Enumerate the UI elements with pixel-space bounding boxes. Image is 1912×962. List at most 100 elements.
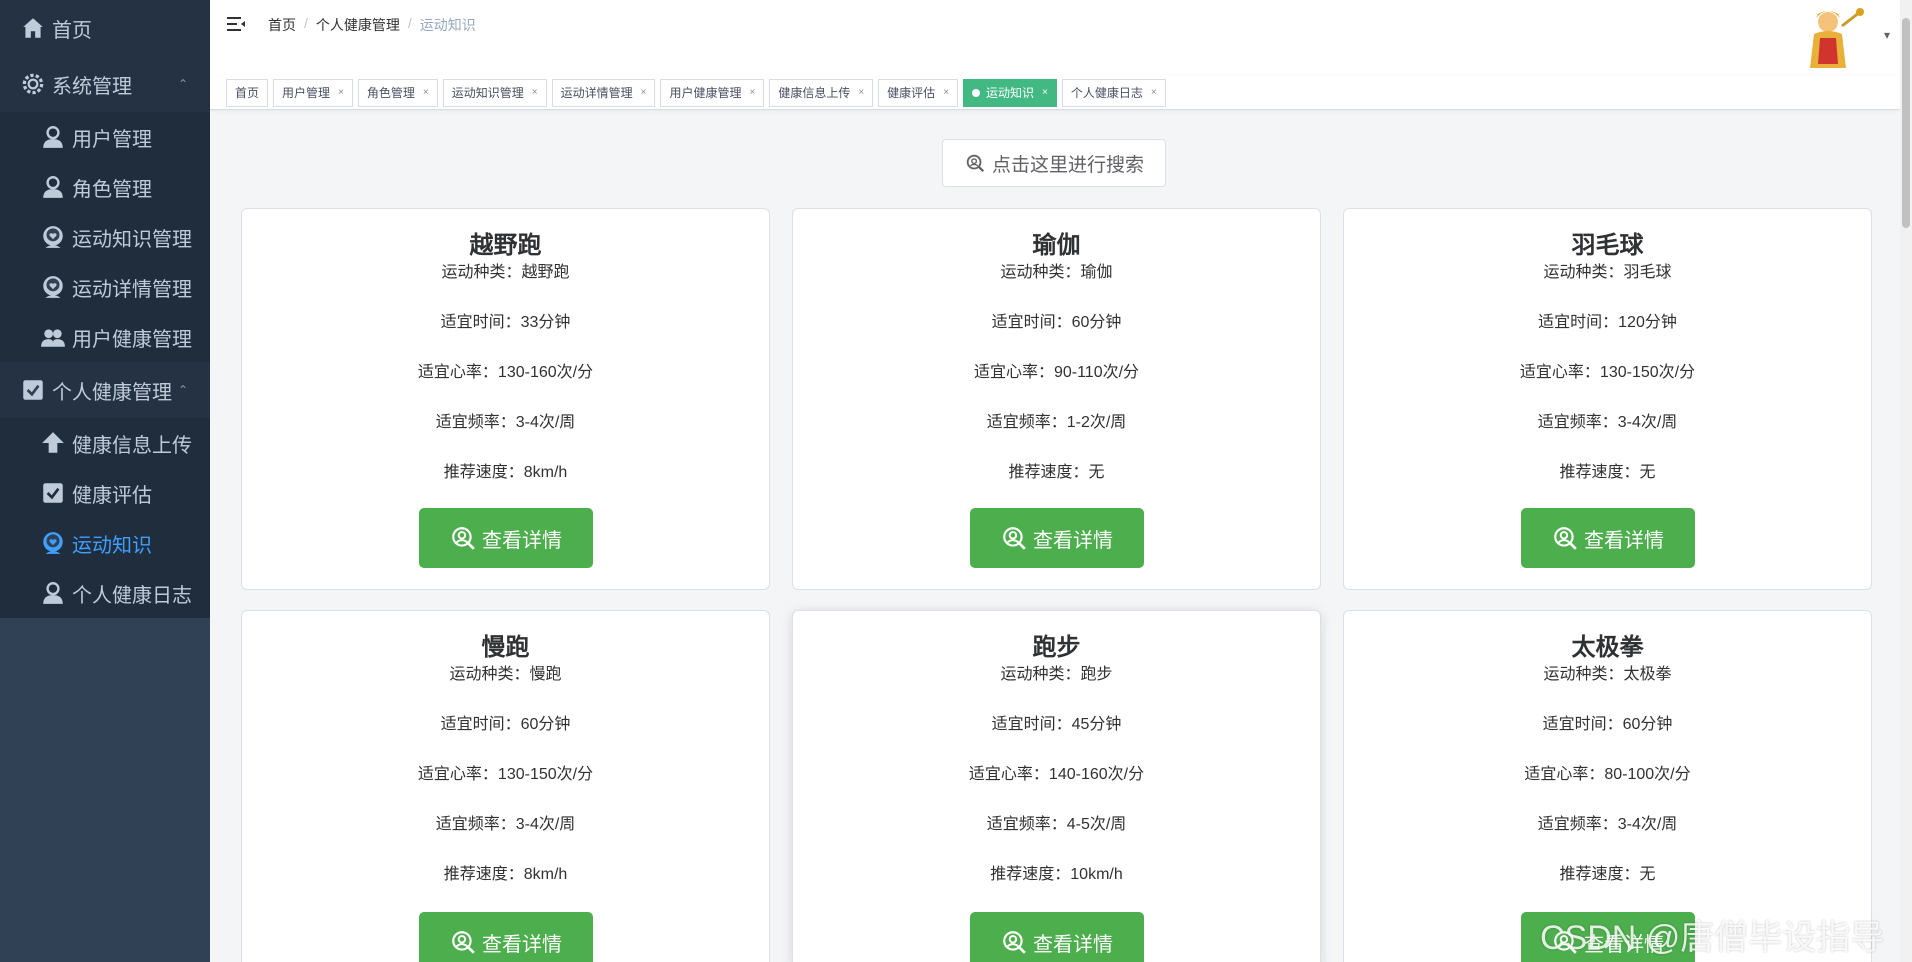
sport-card: 瑜伽 运动种类：瑜伽 适宜时间：60分钟 适宜心率：90-110次/分 适宜频率：1-2… <box>792 208 1321 590</box>
menu-group-system[interactable]: 系统管理 ⌃ <box>0 56 210 112</box>
chevron-up-icon: ⌃ <box>177 383 188 397</box>
card-field-freq: 适宜频率：4-5次/周 <box>793 809 1320 859</box>
home-icon <box>20 15 46 41</box>
close-icon[interactable]: × <box>1151 87 1157 98</box>
sidebar-item-label: 健康评估 <box>72 484 152 507</box>
sport-card: 越野跑 运动种类：越野跑 适宜时间：33分钟 适宜心率：130-160次/分 适宜频率：… <box>241 208 770 590</box>
breadcrumb-separator: / <box>304 15 308 31</box>
field-value: 130-150次/分 <box>497 766 594 783</box>
submenu-system: 用户管理 角色管理运动知识管理运动详情管理用户健康管理 <box>0 112 210 362</box>
sidebar-item[interactable]: 用户管理 <box>0 112 210 162</box>
close-icon[interactable]: × <box>943 87 949 98</box>
scrollbar-thumb[interactable] <box>1902 18 1910 228</box>
avatar[interactable] <box>1798 4 1868 72</box>
menu-item-home-label: 首页 <box>52 19 92 42</box>
card-title: 瑜伽 <box>1032 232 1081 259</box>
search-button[interactable]: 点击这里进行搜索 <box>942 139 1166 187</box>
field-value: 60分钟 <box>1071 314 1122 331</box>
sidebar-item[interactable]: 个人健康日志 <box>0 568 210 618</box>
tag-item[interactable]: 用户健康管理 × <box>660 78 765 107</box>
search-user-icon <box>450 525 482 551</box>
user-icon <box>40 174 66 200</box>
tag-item[interactable]: 用户管理 × <box>273 78 353 107</box>
field-label: 推荐速度： <box>443 464 524 481</box>
view-detail-button[interactable]: 查看详情 <box>419 508 593 568</box>
field-value: 90-110次/分 <box>1053 364 1140 381</box>
sidebar-item[interactable]: 角色管理 <box>0 162 210 212</box>
view-detail-button[interactable]: 查看详情 <box>970 912 1144 962</box>
field-label: 适宜频率： <box>986 816 1067 833</box>
view-detail-button[interactable]: 查看详情 <box>970 508 1144 568</box>
card-field-freq: 适宜频率：1-2次/周 <box>793 407 1320 457</box>
tag-item[interactable]: 健康评估 × <box>878 78 959 107</box>
close-icon[interactable]: × <box>338 87 344 98</box>
close-icon[interactable]: × <box>641 87 647 98</box>
card-title: 越野跑 <box>469 232 542 259</box>
view-detail-button[interactable]: 查看详情 <box>419 912 593 962</box>
tag-item[interactable]: 角色管理 × <box>357 78 438 107</box>
field-label: 适宜频率： <box>435 414 516 431</box>
field-value: 3-4次/周 <box>515 414 576 431</box>
close-icon[interactable]: × <box>532 87 538 98</box>
sport-card: 羽毛球 运动种类：羽毛球 适宜时间：120分钟 适宜心率：130-150次/分 适宜频率… <box>1343 208 1872 590</box>
field-label: 适宜频率： <box>986 414 1067 431</box>
hamburger-icon[interactable] <box>226 14 246 34</box>
tag-label: 用户健康管理 <box>669 86 742 100</box>
sidebar-item[interactable]: 健康评估 <box>0 468 210 518</box>
close-icon[interactable]: × <box>423 87 429 98</box>
field-value: 140-160次/分 <box>1048 766 1145 783</box>
sidebar-item[interactable]: 用户健康管理 <box>0 312 210 362</box>
field-value: 无 <box>1639 866 1656 883</box>
view-detail-label: 查看详情 <box>482 933 562 956</box>
field-label: 适宜频率： <box>435 816 516 833</box>
sidebar-item[interactable]: 运动知识管理 <box>0 212 210 262</box>
view-detail-label: 查看详情 <box>482 529 562 552</box>
tag-item[interactable]: 运动知识管理 × <box>442 78 547 107</box>
field-value: 瑜伽 <box>1080 264 1113 281</box>
sidebar-item-label: 运动知识 <box>72 534 152 557</box>
sidebar-item-label: 用户健康管理 <box>72 328 192 351</box>
card-field-freq: 适宜频率：3-4次/周 <box>1344 809 1871 859</box>
scrollbar[interactable] <box>1900 0 1912 962</box>
sidebar-item-label: 健康信息上传 <box>72 434 192 457</box>
close-icon[interactable]: × <box>858 87 864 98</box>
tag-item[interactable]: 健康信息上传 × <box>769 78 874 107</box>
card-field-heart: 适宜心率：90-110次/分 <box>793 357 1320 407</box>
tag-item[interactable]: 首页 <box>226 78 269 107</box>
breadcrumb-item[interactable]: 个人健康管理 <box>316 15 400 35</box>
checkbox-icon <box>40 480 66 506</box>
menu-group-personal[interactable]: 个人健康管理 ⌃ <box>0 362 210 418</box>
sidebar-item-label: 运动知识管理 <box>72 228 192 251</box>
card-field-time: 适宜时间：45分钟 <box>793 709 1320 759</box>
caret-down-icon[interactable]: ▾ <box>1884 28 1890 42</box>
view-detail-label: 查看详情 <box>1033 529 1113 552</box>
card-field-time: 适宜时间：60分钟 <box>1344 709 1871 759</box>
breadcrumb-item[interactable]: 首页 <box>268 15 296 35</box>
field-label: 推荐速度： <box>1559 866 1640 883</box>
field-value: 无 <box>1639 464 1656 481</box>
tag-label: 运动详情管理 <box>560 86 633 100</box>
menu-item-home[interactable]: 首页 <box>0 0 210 56</box>
field-label: 适宜时间： <box>1538 314 1619 331</box>
active-dot-icon <box>972 88 981 97</box>
field-value: 4-5次/周 <box>1066 816 1127 833</box>
field-value: 1-2次/周 <box>1066 414 1127 431</box>
card-field-heart: 适宜心率：130-150次/分 <box>1344 357 1871 407</box>
tag-item[interactable]: 运动知识 × <box>963 78 1057 107</box>
card-field-freq: 适宜频率：3-4次/周 <box>1344 407 1871 457</box>
card-field-speed: 推荐速度：10km/h <box>793 859 1320 909</box>
field-label: 适宜心率： <box>973 364 1054 381</box>
tag-label: 健康评估 <box>887 86 936 100</box>
close-icon[interactable]: × <box>749 87 755 98</box>
close-icon[interactable]: × <box>1042 87 1048 98</box>
sidebar-item[interactable]: 健康信息上传 <box>0 418 210 468</box>
field-value: 羽毛球 <box>1623 264 1672 281</box>
tag-item[interactable]: 个人健康日志 × <box>1061 78 1166 107</box>
sidebar-item[interactable]: 运动知识 <box>0 518 210 568</box>
tag-item[interactable]: 运动详情管理 × <box>551 78 656 107</box>
field-label: 适宜心率： <box>417 364 498 381</box>
sidebar-item[interactable]: 运动详情管理 <box>0 262 210 312</box>
view-detail-button[interactable]: 查看详情 <box>1521 508 1695 568</box>
search-button-label: 点击这里进行搜索 <box>991 154 1144 176</box>
field-label: 运动种类： <box>1543 264 1624 281</box>
